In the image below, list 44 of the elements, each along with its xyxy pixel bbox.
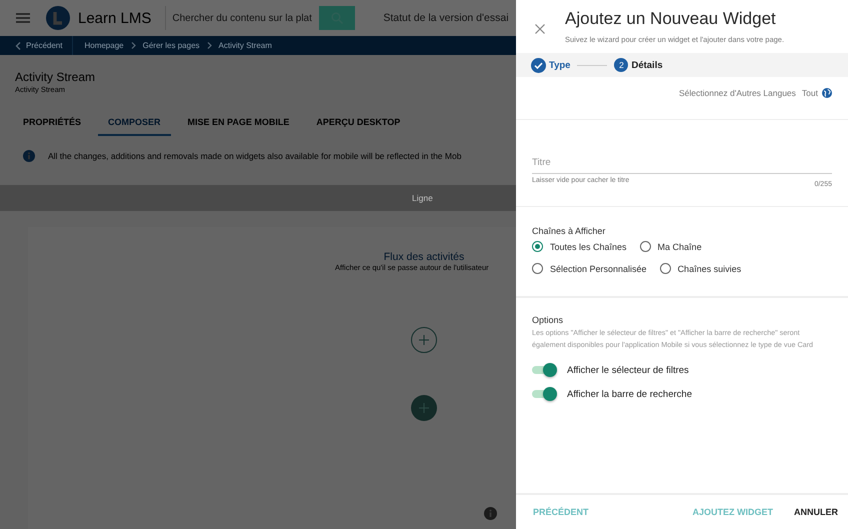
chevron-right-icon <box>206 42 212 49</box>
info-icon <box>23 150 35 162</box>
breadcrumb-link[interactable]: Homepage <box>84 41 124 50</box>
app-name: Learn LMS <box>78 10 152 26</box>
plus-icon <box>419 335 429 345</box>
trial-status: Statut de la version d'essai <box>383 12 509 24</box>
add-row-button[interactable] <box>411 395 437 421</box>
widget-title: Flux des activités <box>384 251 464 263</box>
radio-option[interactable]: Toutes les Chaînes <box>532 239 627 254</box>
tab[interactable]: APERÇU DESKTOP <box>306 112 410 136</box>
step-label: Type <box>549 60 570 70</box>
back-link[interactable]: Précédent <box>0 36 74 55</box>
toggle-switch[interactable] <box>532 363 557 377</box>
tab[interactable]: PROPRIÉTÉS <box>13 112 92 136</box>
menu-icon[interactable] <box>16 13 30 23</box>
close-icon <box>535 24 545 34</box>
toggle-label: Afficher le sélecteur de filtres <box>567 364 689 376</box>
plus-icon <box>419 403 429 413</box>
row-label: Ligne <box>412 193 433 203</box>
tab[interactable]: MISE EN PAGE MOBILE <box>178 112 300 136</box>
chevron-left-icon <box>15 42 21 50</box>
page-title: Activity Stream <box>15 70 96 84</box>
radio-option[interactable]: Chaînes suivies <box>660 261 742 276</box>
toggle-label: Afficher la barre de recherche <box>567 388 692 400</box>
title-field[interactable]: Titre <box>532 157 832 174</box>
add-widget-button[interactable] <box>411 327 437 353</box>
radio-option[interactable]: Ma Chaîne <box>640 239 702 254</box>
step-number: 2 <box>614 58 628 72</box>
toggle-switch[interactable] <box>532 387 557 401</box>
cancel-button[interactable]: ANNULER <box>794 503 838 521</box>
languages-label: Sélectionnez d'Autres Langues <box>678 88 796 98</box>
languages-link[interactable]: Tout <box>802 88 832 98</box>
info-icon <box>484 507 497 520</box>
breadcrumb-link[interactable]: Gérer les pages <box>142 41 200 50</box>
notice-text: All the changes, additions and removals made on widgets also available for mobile will be reflected in the Mob <box>48 151 462 161</box>
step-label: Détails <box>631 60 663 70</box>
radio-option[interactable]: Sélection Personnalisée <box>532 261 647 276</box>
panel-title: Ajoutez un Nouveau Widget <box>565 9 777 29</box>
logo-icon <box>46 6 70 30</box>
section-label: Options <box>532 315 564 325</box>
breadcrumb-link[interactable]: Activity Stream <box>218 41 272 50</box>
section-label: Chaînes à Afficher <box>532 226 606 236</box>
close-button[interactable] <box>535 24 545 34</box>
chevron-right-icon <box>130 42 136 49</box>
